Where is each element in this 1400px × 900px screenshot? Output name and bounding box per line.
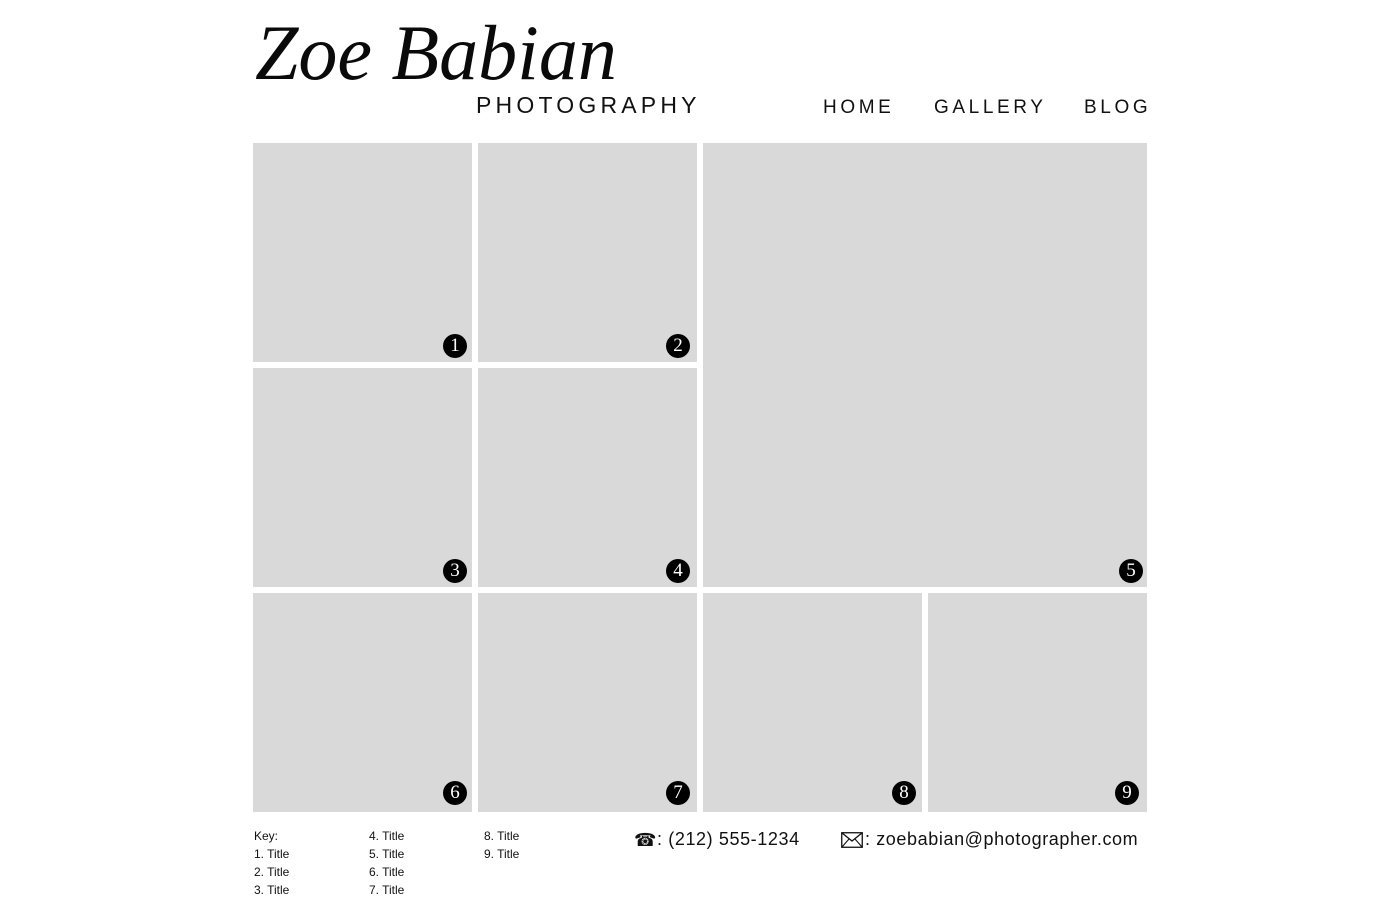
phone-number: : (212) 555-1234	[657, 829, 800, 849]
tile-number-badge: 9	[1115, 781, 1139, 805]
key-column-3: 8. Title 9. Title	[484, 827, 519, 863]
key-column-1: Key: 1. Title 2. Title 3. Title	[254, 827, 289, 899]
gallery-tile-5[interactable]: 5	[703, 143, 1147, 587]
key-item: 5. Title	[369, 847, 405, 861]
gallery-tile-7[interactable]: 7	[478, 593, 697, 812]
tile-number-badge: 5	[1119, 559, 1143, 583]
logo-name[interactable]: Zoe Babian	[255, 14, 617, 92]
tile-number-badge: 6	[443, 781, 467, 805]
tile-number-badge: 2	[666, 334, 690, 358]
key-item: 4. Title	[369, 829, 405, 843]
gallery-tile-4[interactable]: 4	[478, 368, 697, 587]
key-item: 9. Title	[484, 847, 520, 861]
email-address: : zoebabian@photographer.com	[865, 829, 1139, 849]
contact-phone[interactable]: ☎ : (212) 555-1234	[634, 829, 800, 850]
logo-subtitle: PHOTOGRAPHY	[476, 92, 701, 118]
tile-number-badge: 4	[666, 559, 690, 583]
key-item: 6. Title	[369, 865, 405, 879]
key-item: 7. Title	[369, 883, 405, 897]
key-item: 1. Title	[254, 847, 290, 861]
telephone-icon: ☎	[634, 829, 658, 850]
key-item: 3. Title	[254, 883, 290, 897]
key-column-2: 4. Title 5. Title 6. Title 7. Title	[369, 827, 404, 899]
key-item: 8. Title	[484, 829, 520, 843]
tile-number-badge: 3	[443, 559, 467, 583]
envelope-icon	[841, 831, 863, 848]
nav-home-link[interactable]: HOME	[823, 97, 894, 119]
gallery-tile-8[interactable]: 8	[703, 593, 922, 812]
contact-email[interactable]: : zoebabian@photographer.com	[841, 829, 1138, 850]
tile-number-badge: 1	[443, 334, 467, 358]
gallery-tile-1[interactable]: 1	[253, 143, 472, 362]
tile-number-badge: 8	[892, 781, 916, 805]
nav-gallery-link[interactable]: GALLERY	[934, 97, 1047, 119]
tile-number-badge: 7	[666, 781, 690, 805]
gallery-tile-3[interactable]: 3	[253, 368, 472, 587]
gallery-tile-9[interactable]: 9	[928, 593, 1147, 812]
nav-blog-link[interactable]: BLOG	[1084, 97, 1151, 119]
key-heading: Key:	[254, 829, 279, 843]
gallery-tile-2[interactable]: 2	[478, 143, 697, 362]
gallery-tile-6[interactable]: 6	[253, 593, 472, 812]
key-item: 2. Title	[254, 865, 290, 879]
